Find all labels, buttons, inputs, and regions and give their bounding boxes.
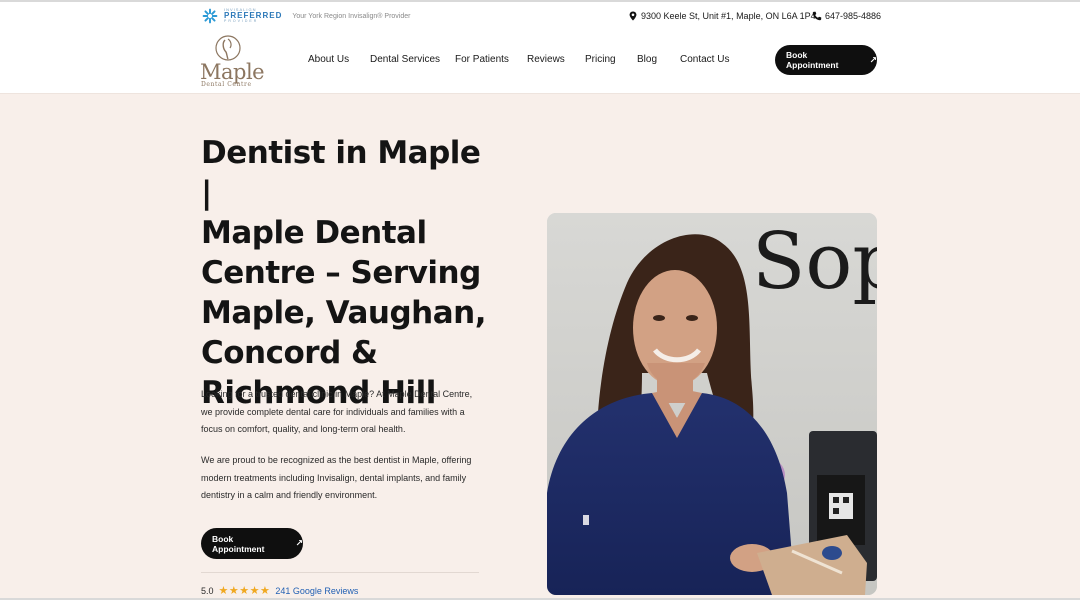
- address-text: 9300 Keele St, Unit #1, Maple, ON L6A 1P…: [641, 11, 816, 21]
- hero-title: Dentist in Maple | Maple Dental Centre –…: [201, 133, 501, 413]
- hero-title-line: Concord &: [201, 335, 378, 371]
- hero-paragraph-recognition: We are proud to be recognized as the bes…: [201, 455, 472, 501]
- dentist-photo: Sop: [547, 213, 877, 595]
- rating-score: 5.0: [201, 585, 214, 596]
- nav-about-us[interactable]: About Us: [308, 54, 349, 65]
- google-rating: 5.0 ★★★★★ 241 Google Reviews: [201, 584, 358, 597]
- logo-subtitle: Dental Centre: [201, 81, 252, 88]
- hero-title-line: Dentist in Maple |: [201, 135, 481, 211]
- badge-caption: Your York Region Invisalign® Provider: [292, 12, 411, 20]
- arrow-up-right-icon: ↗: [869, 54, 877, 65]
- book-appointment-button-hero[interactable]: Book Appointment ↗: [201, 528, 303, 559]
- wall-sign-text: Sop: [752, 217, 877, 307]
- invisalign-star-icon: [202, 8, 218, 24]
- nav-reviews[interactable]: Reviews: [527, 54, 565, 65]
- hero-title-line: Centre – Serving: [201, 255, 481, 291]
- book-appointment-label: Book Appointment: [212, 533, 265, 554]
- hero-section: [0, 93, 1080, 600]
- nav-pricing[interactable]: Pricing: [585, 54, 616, 65]
- nav-blog[interactable]: Blog: [637, 54, 657, 65]
- nav-for-patients[interactable]: For Patients: [455, 54, 509, 65]
- arrow-up-right-icon: ↗: [295, 538, 303, 548]
- hero-title-line: Maple, Vaughan,: [201, 295, 487, 331]
- hero-divider: [201, 572, 479, 573]
- map-pin-icon: [629, 11, 637, 21]
- main-nav: About Us Dental Services For Patients Re…: [0, 54, 1080, 68]
- badge-text: INVISALIGN PREFERRED PROVIDER: [224, 8, 282, 24]
- nav-dental-services[interactable]: Dental Services: [370, 54, 440, 65]
- phone-icon: [812, 11, 822, 21]
- badge-sub-text: PROVIDER: [224, 19, 259, 24]
- hero-title-line: Maple Dental: [201, 215, 427, 251]
- phone-text: 647-985-4886: [825, 11, 882, 21]
- hero-paragraph-intro: Looking for a trusted dental clinic in M…: [201, 389, 473, 435]
- rating-stars-icon: ★★★★★: [218, 585, 271, 597]
- dentist-illustration: Sop: [547, 213, 877, 595]
- invisalign-badge[interactable]: INVISALIGN PREFERRED PROVIDER Your York …: [202, 8, 410, 24]
- phone[interactable]: 647-985-4886: [812, 11, 881, 21]
- address[interactable]: 9300 Keele St, Unit #1, Maple, ON L6A 1P…: [628, 11, 816, 21]
- google-reviews-link[interactable]: 241 Google Reviews: [275, 586, 358, 596]
- book-appointment-button-header[interactable]: Book Appointment ↗: [775, 45, 877, 75]
- book-appointment-label: Book Appointment: [786, 50, 839, 70]
- nav-contact-us[interactable]: Contact Us: [680, 54, 729, 65]
- top-info-bar: INVISALIGN PREFERRED PROVIDER Your York …: [0, 0, 1080, 28]
